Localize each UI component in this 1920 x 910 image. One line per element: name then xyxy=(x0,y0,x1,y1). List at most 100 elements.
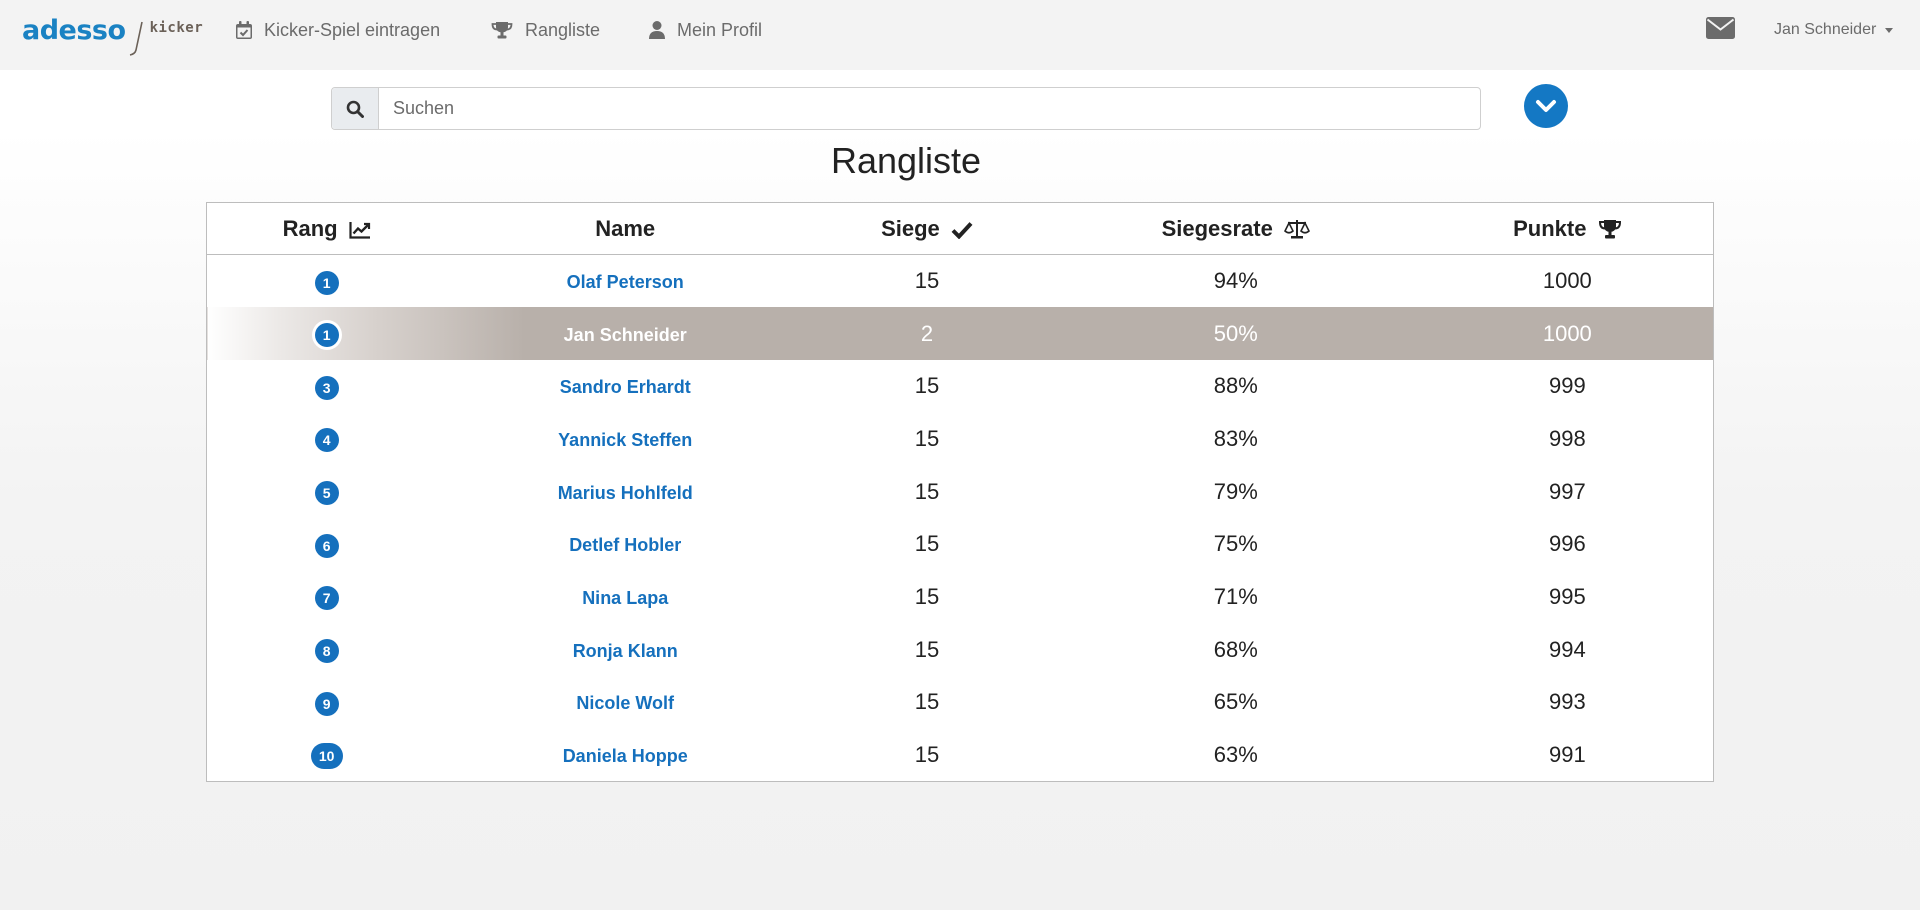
rank-badge: 4 xyxy=(314,428,339,453)
chart-line-icon xyxy=(349,221,370,239)
nav-enter-game[interactable]: Kicker-Spiel eintragen xyxy=(236,0,440,60)
player-link[interactable]: Olaf Peterson xyxy=(567,272,684,292)
table-row[interactable]: 9 Nicole Wolf 15 65% 993 xyxy=(207,676,1714,729)
player-link[interactable]: Ronja Klann xyxy=(573,641,678,661)
points-cell: 993 xyxy=(1548,689,1586,715)
table-row[interactable]: 7 Nina Lapa 15 71% 995 xyxy=(207,571,1714,624)
player-link[interactable]: Marius Hohlfeld xyxy=(558,483,693,503)
win-rate-cell: 50% xyxy=(1049,307,1422,360)
table-row[interactable]: 3 Sandro Erhardt 15 88% 999 xyxy=(207,360,1714,413)
expand-filter-button[interactable] xyxy=(1524,84,1568,128)
points-cell: 998 xyxy=(1548,425,1586,451)
table-row[interactable]: 10 Daniela Hoppe 15 63% 991 xyxy=(207,729,1714,782)
points-cell: 994 xyxy=(1548,636,1586,662)
table-header-row: Rang Name Siege Siegesrate Punkte xyxy=(206,202,1714,255)
win-rate-cell: 63% xyxy=(1213,741,1258,767)
header-points-label: Punkte xyxy=(1513,215,1587,241)
wins-cell: 15 xyxy=(914,268,940,294)
header-name-label: Name xyxy=(595,215,656,241)
rank-cell: 1 xyxy=(206,307,447,360)
player-link[interactable]: Nina Lapa xyxy=(582,588,668,608)
player-link[interactable]: Nicole Wolf xyxy=(576,693,674,713)
rank-badge: 5 xyxy=(314,481,339,506)
table-row[interactable]: 1 Olaf Peterson 15 94% 1000 xyxy=(207,255,1714,308)
player-link[interactable]: Detlef Hobler xyxy=(569,535,681,555)
name-cell: Nicole Wolf xyxy=(446,676,804,729)
name-cell: Daniela Hoppe xyxy=(446,729,804,782)
check-icon xyxy=(951,221,973,239)
brand-name: adesso xyxy=(22,15,126,46)
brand-product: kicker xyxy=(149,20,204,36)
rank-badge: 1 xyxy=(314,270,339,295)
header-name[interactable]: Name xyxy=(446,202,805,255)
user-menu[interactable]: Jan Schneider xyxy=(1774,0,1894,60)
name-cell: Nina Lapa xyxy=(446,571,804,624)
win-rate-cell: 83% xyxy=(1213,425,1258,451)
search-bar xyxy=(331,87,1481,130)
search-input[interactable] xyxy=(379,88,1480,129)
player-link[interactable]: Daniela Hoppe xyxy=(563,746,688,766)
header-rank[interactable]: Rang xyxy=(206,202,447,255)
nav-profile[interactable]: Mein Profil xyxy=(649,0,762,60)
wins-cell: 15 xyxy=(914,583,940,609)
table-row-current-user[interactable]: 1 Jan Schneider 2 50% 1000 xyxy=(206,307,1714,360)
nav-profile-label: Mein Profil xyxy=(677,19,763,40)
player-link[interactable]: Jan Schneider xyxy=(564,325,687,345)
table-row[interactable]: 5 Marius Hohlfeld 15 79% 997 xyxy=(207,465,1714,518)
points-cell: 1000 xyxy=(1421,307,1714,360)
trophy-icon xyxy=(491,22,513,39)
win-rate-cell: 71% xyxy=(1213,583,1258,609)
header-rank-label: Rang xyxy=(282,215,338,241)
player-link[interactable]: Sandro Erhardt xyxy=(560,377,691,397)
wins-cell: 15 xyxy=(914,636,940,662)
table-row[interactable]: 8 Ronja Klann 15 68% 994 xyxy=(207,623,1714,676)
envelope-icon[interactable] xyxy=(1706,17,1735,39)
header-wins[interactable]: Siege xyxy=(804,202,1050,255)
ranking-table: Rang Name Siege Siegesrate Punkte 1 Olaf… xyxy=(206,202,1714,782)
search-addon xyxy=(332,88,379,129)
table-row[interactable]: 4 Yannick Steffen 15 83% 998 xyxy=(207,413,1714,466)
rank-cell: 4 xyxy=(207,413,447,466)
wins-cell: 15 xyxy=(914,741,940,767)
brand-logo[interactable]: adesso kicker xyxy=(22,14,203,56)
nav-ranking[interactable]: Rangliste xyxy=(491,0,600,60)
wins-cell: 2 xyxy=(804,307,1050,360)
wins-cell: 15 xyxy=(914,373,940,399)
rank-cell: 3 xyxy=(207,360,447,413)
rank-cell: 9 xyxy=(207,676,447,729)
wins-cell: 15 xyxy=(914,689,940,715)
rank-badge: 6 xyxy=(314,533,339,558)
rank-badge: 10 xyxy=(310,742,343,769)
name-cell: Olaf Peterson xyxy=(446,255,804,308)
table-row[interactable]: 6 Detlef Hobler 15 75% 996 xyxy=(207,518,1714,571)
name-cell: Sandro Erhardt xyxy=(446,360,804,413)
calendar-check-icon xyxy=(236,21,252,39)
win-rate-cell: 75% xyxy=(1213,531,1258,557)
name-cell: Marius Hohlfeld xyxy=(446,465,804,518)
name-cell: Yannick Steffen xyxy=(446,413,804,466)
rank-cell: 6 xyxy=(207,518,447,571)
header-wins-label: Siege xyxy=(881,215,940,241)
points-cell: 997 xyxy=(1548,478,1586,504)
search-icon xyxy=(346,100,364,118)
header-win-rate[interactable]: Siegesrate xyxy=(1049,202,1422,255)
rank-badge: 9 xyxy=(314,691,339,716)
name-cell: Detlef Hobler xyxy=(446,518,804,571)
balance-scale-icon xyxy=(1283,219,1310,238)
points-cell: 996 xyxy=(1548,531,1586,557)
navbar: adesso kicker Kicker-Spiel eintragen Ran… xyxy=(0,0,1920,70)
rank-badge: 1 xyxy=(314,323,339,348)
wins-cell: 15 xyxy=(914,531,940,557)
wins-cell: 15 xyxy=(914,425,940,451)
rank-cell: 10 xyxy=(207,729,447,782)
trophy-icon xyxy=(1598,219,1621,238)
header-win-rate-label: Siegesrate xyxy=(1161,215,1273,241)
user-menu-name: Jan Schneider xyxy=(1774,21,1877,38)
player-link[interactable]: Yannick Steffen xyxy=(558,430,692,450)
rank-badge: 3 xyxy=(314,375,339,400)
header-points[interactable]: Punkte xyxy=(1421,202,1714,255)
wins-cell: 15 xyxy=(914,478,940,504)
logo-slash-icon xyxy=(129,21,143,56)
win-rate-cell: 94% xyxy=(1213,268,1258,294)
win-rate-cell: 79% xyxy=(1213,478,1258,504)
